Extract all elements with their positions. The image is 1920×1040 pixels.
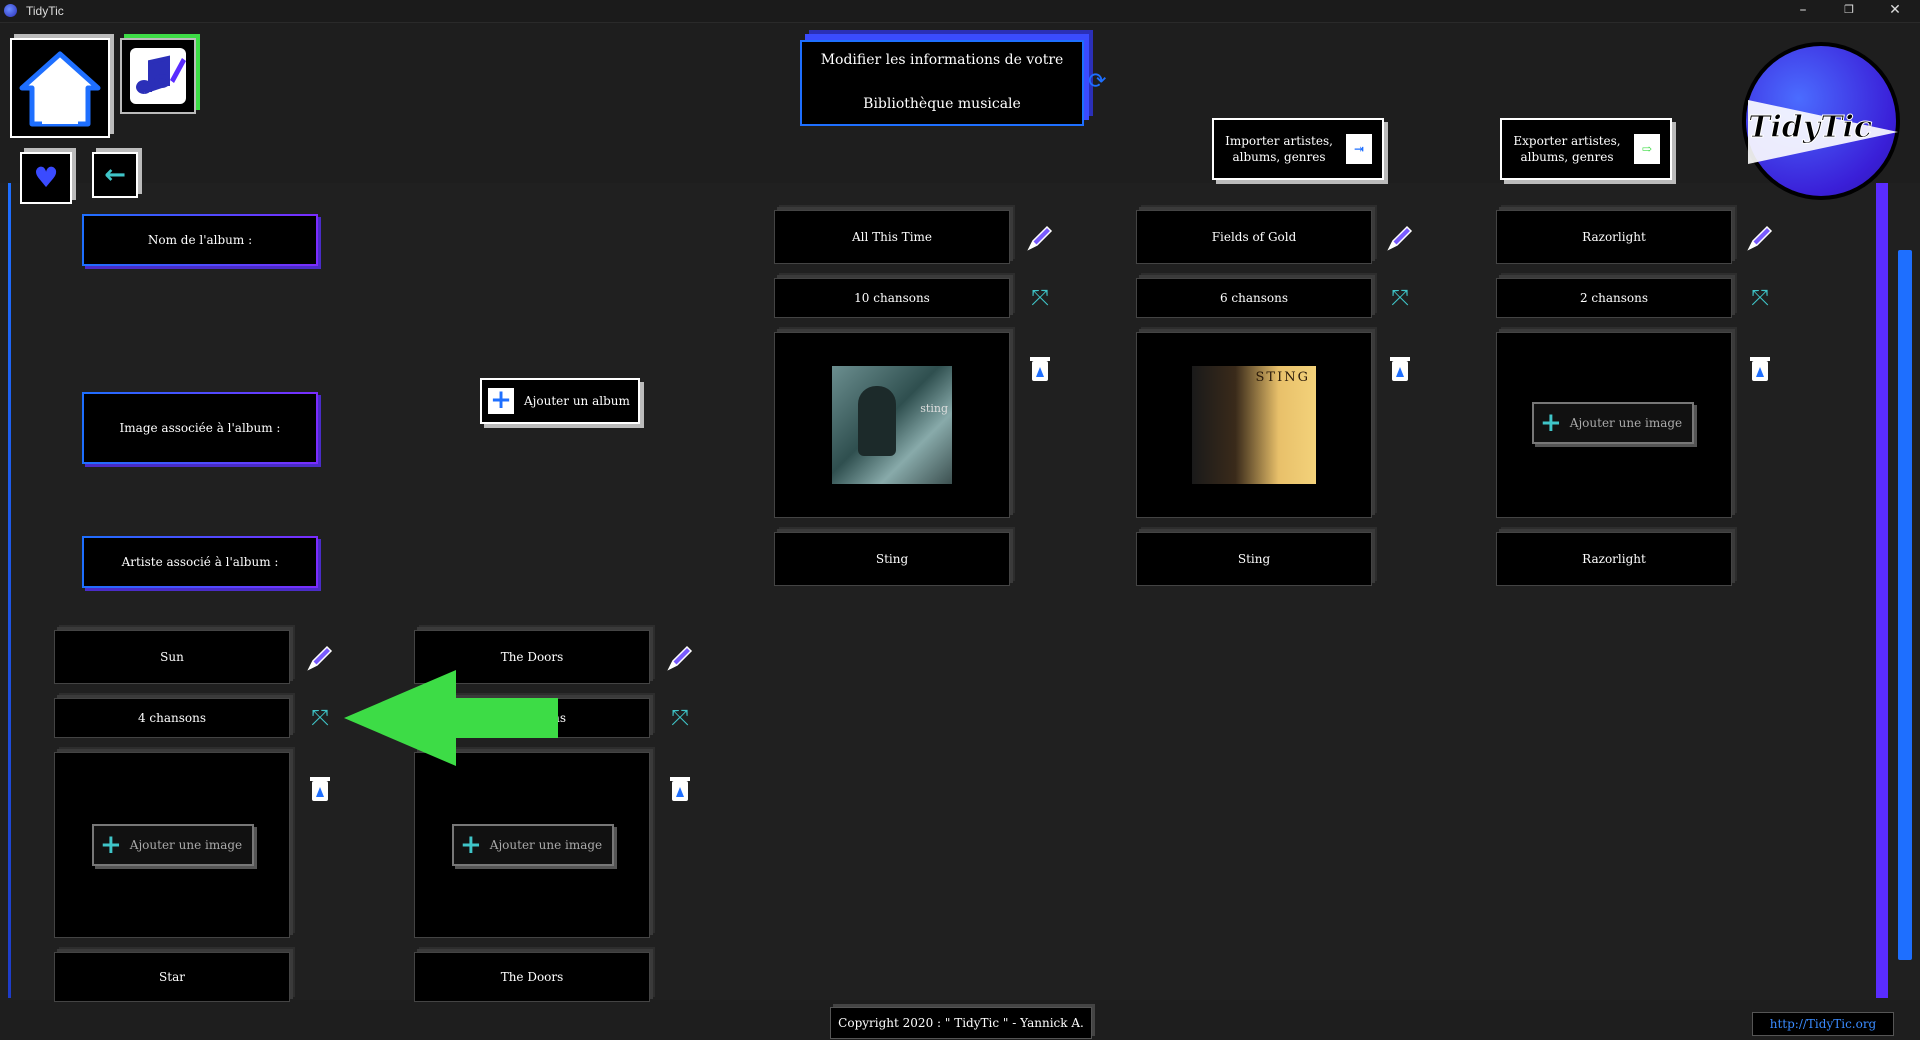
album-image-label: Image associée à l'album : xyxy=(82,392,318,464)
cover-figure-icon xyxy=(858,386,896,456)
edit-pencil-icon[interactable] xyxy=(1024,222,1056,254)
green-arrow-icon xyxy=(344,670,558,766)
album-songs-tile[interactable]: 6 chansons xyxy=(1136,278,1372,318)
album-artist-tile[interactable]: The Doors xyxy=(414,952,650,1002)
tidytic-logo[interactable]: TidyTic xyxy=(1742,42,1900,200)
edit-pencil-icon[interactable] xyxy=(664,642,696,674)
expand-icon[interactable]: ⤧ xyxy=(304,702,336,734)
footer-copyright: Copyright 2020 : " TidyTic " - Yannick A… xyxy=(830,1007,1092,1039)
trash-icon[interactable] xyxy=(1024,352,1056,384)
plus-icon: + xyxy=(460,830,482,860)
album-name-tile[interactable]: Fields of Gold xyxy=(1136,210,1372,264)
add-image-button[interactable]: + Ajouter une image xyxy=(92,824,254,866)
page-title-line1: Modifier les informations de votre xyxy=(820,52,1064,68)
home-button[interactable] xyxy=(10,38,110,138)
album-name-tile[interactable]: Razorlight xyxy=(1496,210,1732,264)
album-artist-tile[interactable]: Sting xyxy=(1136,532,1372,586)
expand-icon[interactable]: ⤧ xyxy=(664,702,696,734)
album-cover-image: sting xyxy=(832,366,952,484)
album-artist-tile[interactable]: Sting xyxy=(774,532,1010,586)
add-image-label: Ajouter une image xyxy=(489,838,603,852)
edit-pencil-icon[interactable] xyxy=(304,642,336,674)
plus-icon: + xyxy=(100,830,122,860)
add-image-label: Ajouter une image xyxy=(1569,416,1683,430)
back-button[interactable]: ← xyxy=(92,152,138,198)
close-button[interactable]: ✕ xyxy=(1872,0,1918,22)
left-accent-bar xyxy=(8,183,11,998)
cover-text: STING xyxy=(1255,370,1310,385)
plus-icon: + xyxy=(1540,408,1562,438)
scroll-track[interactable] xyxy=(1876,183,1888,998)
album-artist-tile[interactable]: Razorlight xyxy=(1496,532,1732,586)
refresh-icon[interactable]: ⟳ xyxy=(1088,70,1112,94)
add-image-label: Ajouter une image xyxy=(129,838,243,852)
trash-icon[interactable] xyxy=(1384,352,1416,384)
home-icon xyxy=(19,51,101,127)
import-button[interactable]: Importer artistes, albums, genres ⇥ xyxy=(1212,118,1384,180)
import-icon: ⇥ xyxy=(1346,134,1372,164)
add-album-button[interactable]: + Ajouter un album xyxy=(480,378,640,424)
export-button[interactable]: Exporter artistes, albums, genres ⇨ xyxy=(1500,118,1672,180)
music-library-button[interactable] xyxy=(120,38,196,114)
album-songs-tile[interactable]: 4 chansons xyxy=(54,698,290,738)
logo-text: TidyTic xyxy=(1748,110,1873,146)
window-title: TidyTic xyxy=(26,4,64,18)
album-name-tile[interactable]: Sun xyxy=(54,630,290,684)
add-image-button[interactable]: + Ajouter une image xyxy=(452,824,614,866)
edit-pencil-icon[interactable] xyxy=(1384,222,1416,254)
trash-icon[interactable] xyxy=(664,772,696,804)
album-name-label: Nom de l'album : xyxy=(82,214,318,266)
album-cover-tile[interactable]: sting xyxy=(774,332,1010,518)
add-album-label: Ajouter un album xyxy=(524,394,630,408)
album-artist-tile[interactable]: Star xyxy=(54,952,290,1002)
music-note-icon xyxy=(130,48,186,104)
export-label: Exporter artistes, albums, genres xyxy=(1513,134,1621,164)
footer-link[interactable]: http://TidyTic.org xyxy=(1752,1012,1894,1036)
expand-icon[interactable]: ⤧ xyxy=(1024,282,1056,314)
favorites-button[interactable]: ♥ xyxy=(20,152,72,204)
restore-button[interactable]: ❐ xyxy=(1826,0,1872,22)
scrollbar-thumb[interactable] xyxy=(1898,250,1912,960)
expand-icon[interactable]: ⤧ xyxy=(1744,282,1776,314)
heart-icon: ♥ xyxy=(33,161,59,194)
import-label: Importer artistes, albums, genres xyxy=(1225,134,1333,164)
album-songs-tile[interactable]: 10 chansons xyxy=(774,278,1010,318)
edit-pencil-icon[interactable] xyxy=(1744,222,1776,254)
album-artist-label: Artiste associé à l'album : xyxy=(82,536,318,588)
cover-text: sting xyxy=(920,402,948,415)
trash-icon[interactable] xyxy=(304,772,336,804)
page-title-line2: Bibliothèque musicale xyxy=(863,96,1021,112)
title-bar xyxy=(0,0,1920,23)
plus-icon: + xyxy=(488,387,514,414)
back-arrow-icon: ← xyxy=(104,160,126,190)
album-name-tile[interactable]: All This Time xyxy=(774,210,1010,264)
export-icon: ⇨ xyxy=(1634,134,1660,164)
album-cover-image: STING xyxy=(1192,366,1316,484)
minimize-button[interactable]: – xyxy=(1780,0,1826,22)
trash-icon[interactable] xyxy=(1744,352,1776,384)
add-image-button[interactable]: + Ajouter une image xyxy=(1532,402,1694,444)
album-cover-tile[interactable]: STING xyxy=(1136,332,1372,518)
album-songs-tile[interactable]: 2 chansons xyxy=(1496,278,1732,318)
app-logo-icon xyxy=(4,4,17,17)
expand-icon[interactable]: ⤧ xyxy=(1384,282,1416,314)
